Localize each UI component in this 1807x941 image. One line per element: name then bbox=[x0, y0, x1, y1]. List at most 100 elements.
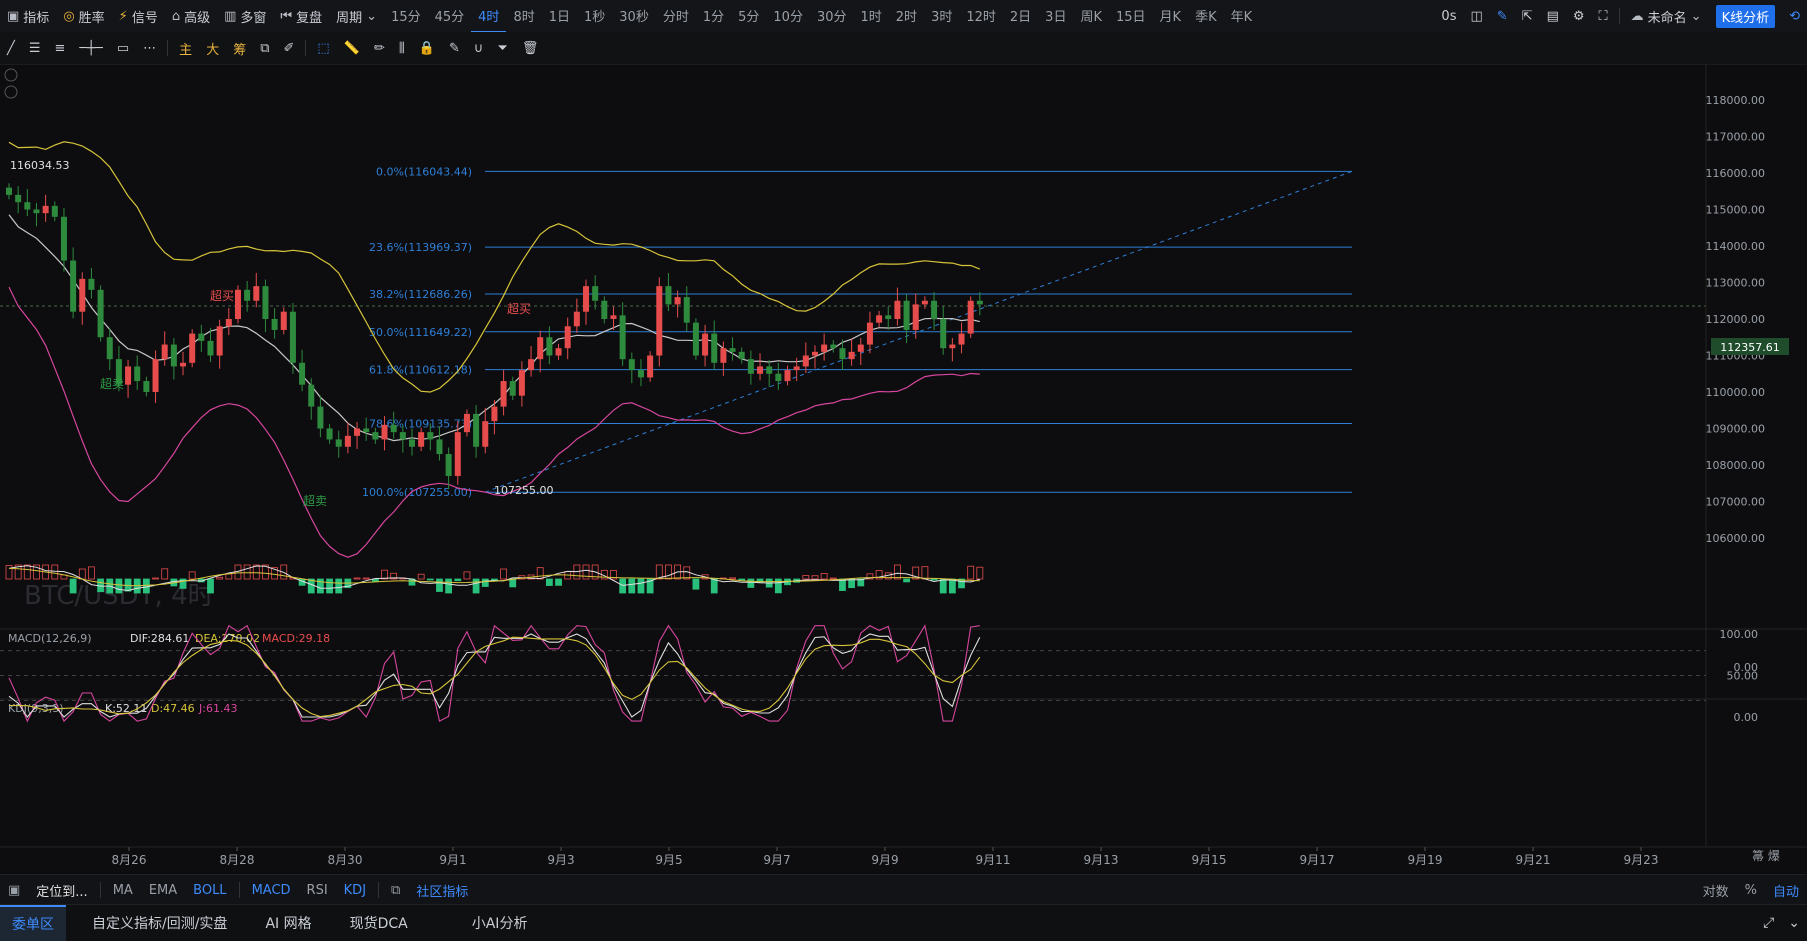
share-icon[interactable]: ⟲ bbox=[1782, 0, 1807, 32]
locate-label[interactable]: 定位到... bbox=[28, 881, 95, 900]
kline-analysis-button[interactable]: K线分析 bbox=[1709, 0, 1783, 32]
advanced-button[interactable]: ⌂ 高级 bbox=[165, 0, 217, 32]
candle-body bbox=[399, 432, 406, 440]
trendline-icon[interactable]: ╱ bbox=[0, 32, 22, 64]
timeframe-11[interactable]: 30分 bbox=[810, 0, 854, 31]
community-icon[interactable]: ⧉ bbox=[383, 883, 408, 898]
timeframe-3[interactable]: 8时 bbox=[506, 0, 541, 31]
expand-icon[interactable]: 箒 爆 bbox=[1752, 848, 1780, 863]
date-axis[interactable]: 8月26 8月28 8月30 9月1 9月3 9月5 9月7 9月9 9月11 9月13 9月15 9… bbox=[112, 847, 1659, 867]
indicator-boll[interactable]: BOLL bbox=[185, 883, 234, 898]
pen-icon[interactable]: ✎ bbox=[1490, 0, 1515, 32]
collapse-icon[interactable] bbox=[4, 68, 18, 82]
lock-icon[interactable]: 🔒 bbox=[412, 32, 442, 64]
timeframe-14[interactable]: 3时 bbox=[924, 0, 959, 31]
hline-icon[interactable]: ─┼─ bbox=[72, 32, 109, 64]
timeframe-18[interactable]: 周K bbox=[1073, 0, 1109, 31]
macd-bar bbox=[619, 578, 627, 594]
brush-icon[interactable]: ✐ bbox=[277, 32, 302, 64]
candle-body bbox=[555, 348, 562, 356]
locate-icon[interactable]: ▣ bbox=[0, 883, 28, 898]
select-icon[interactable]: ⬚ bbox=[310, 32, 336, 64]
candle-body bbox=[592, 286, 599, 301]
timeframe-9[interactable]: 5分 bbox=[731, 0, 766, 31]
timeframe-20[interactable]: 月K bbox=[1153, 0, 1189, 31]
collapse-icon[interactable] bbox=[4, 85, 18, 99]
timeframe-13[interactable]: 2时 bbox=[889, 0, 924, 31]
timeframe-10[interactable]: 10分 bbox=[766, 0, 810, 31]
price-axis[interactable]: 118000.00 117000.00 116000.00 115000.00 1140… bbox=[1705, 64, 1766, 847]
percent-toggle[interactable]: % bbox=[1737, 883, 1765, 898]
filter-icon[interactable]: ⏷ bbox=[490, 32, 514, 64]
magnet-icon[interactable]: ∪ bbox=[467, 32, 491, 64]
date-tick: 8月30 bbox=[328, 853, 363, 867]
timeframe-5[interactable]: 1秒 bbox=[577, 0, 612, 31]
timeframe-22[interactable]: 年K bbox=[1224, 0, 1260, 31]
timeframe-2[interactable]: 4时 bbox=[471, 0, 507, 33]
candle-body bbox=[125, 366, 132, 385]
channel-icon[interactable]: ≡ bbox=[47, 32, 72, 64]
timeframe-1[interactable]: 45分 bbox=[428, 0, 472, 31]
tab-ai-analysis[interactable]: 小AI分析 bbox=[460, 906, 540, 940]
indicator-ema[interactable]: EMA bbox=[141, 883, 185, 898]
timeframe-17[interactable]: 3日 bbox=[1038, 0, 1073, 31]
expand-panel-icon[interactable]: ⤢ bbox=[1756, 907, 1781, 939]
workspace-dropdown[interactable]: ☁ 未命名 ⌄ bbox=[1624, 0, 1709, 32]
winrate-button[interactable]: ◎ 胜率 bbox=[56, 0, 111, 32]
tab-custom-indicators[interactable]: 自定义指标/回测/实盘 bbox=[80, 906, 239, 940]
period-dropdown[interactable]: 周期 ⌄ bbox=[329, 0, 384, 32]
pencil-icon[interactable]: ✏ bbox=[367, 32, 392, 64]
popout-icon[interactable]: ⇱ bbox=[1515, 0, 1540, 32]
log-scale-toggle[interactable]: 对数 bbox=[1695, 881, 1737, 900]
rectangle-icon[interactable]: ▭ bbox=[110, 32, 136, 64]
camera-icon[interactable]: ◫ bbox=[1463, 0, 1489, 32]
macd-bar bbox=[665, 564, 672, 580]
gear-icon[interactable]: ⚙ bbox=[1566, 0, 1592, 32]
indicator-rsi[interactable]: RSI bbox=[299, 883, 336, 898]
fullscreen-icon[interactable]: ⛶ bbox=[1592, 0, 1615, 32]
tab-ai-grid[interactable]: AI 网格 bbox=[253, 906, 323, 940]
ruler-icon[interactable]: 📏 bbox=[337, 32, 367, 64]
timeframe-8[interactable]: 1分 bbox=[696, 0, 731, 31]
divider bbox=[238, 882, 240, 898]
timeframe-16[interactable]: 2日 bbox=[1003, 0, 1038, 31]
edit-icon[interactable]: ✎ bbox=[442, 32, 467, 64]
more-icon[interactable]: ⋯ bbox=[136, 32, 163, 64]
candle-icon[interactable]: ⫼ bbox=[392, 32, 412, 64]
big-toggle[interactable]: 大 bbox=[199, 32, 226, 64]
date-tick: 9月21 bbox=[1516, 853, 1551, 867]
drawing-toolbar: ╱ ☰ ≡ ─┼─ ▭ ⋯ 主 大 筹 ⧉ ✐ ⬚ 📏 ✏ ⫼ 🔒 ✎ ∪ ⏷ … bbox=[0, 32, 1807, 65]
main-toggle[interactable]: 主 bbox=[172, 32, 199, 64]
layout-icon[interactable]: ▤ bbox=[1540, 0, 1566, 32]
compare-icon[interactable]: ⧉ bbox=[253, 32, 276, 64]
timeframe-15[interactable]: 12时 bbox=[959, 0, 1003, 31]
collapse-panel-icon[interactable]: ⌄ bbox=[1781, 907, 1807, 939]
fibonacci-retracement[interactable]: 0.0%(116043.44) 23.6%(113969.37) 38.2%(112… bbox=[362, 165, 1353, 499]
collapse-controls[interactable] bbox=[4, 68, 18, 99]
indicator-macd[interactable]: MACD bbox=[244, 883, 299, 898]
timeframe-7[interactable]: 分时 bbox=[656, 0, 696, 31]
chart-area[interactable]: BTC/USDT, 4时 0.0%(116043.44) 23.6%(113969… bbox=[0, 64, 1807, 874]
price-chart[interactable]: BTC/USDT, 4时 0.0%(116043.44)23.6%(113969… bbox=[0, 64, 1807, 874]
timeframe-4[interactable]: 1日 bbox=[542, 0, 577, 31]
horizontal-lines-icon[interactable]: ☰ bbox=[22, 32, 48, 64]
community-indicators[interactable]: 社区指标 bbox=[408, 881, 476, 900]
tab-spot-dca[interactable]: 现货DCA bbox=[338, 906, 420, 940]
indicators-button[interactable]: ▣ 指标 bbox=[0, 0, 56, 32]
timeframe-0[interactable]: 15分 bbox=[384, 0, 428, 31]
macd-title[interactable]: MACD(12,26,9) bbox=[8, 632, 92, 645]
indicator-ma[interactable]: MA bbox=[105, 883, 141, 898]
chips-toggle[interactable]: 筹 bbox=[226, 32, 253, 64]
multi-window-button[interactable]: ▥ 多窗 bbox=[217, 0, 273, 32]
timeframe-6[interactable]: 30秒 bbox=[612, 0, 656, 31]
auto-scale-toggle[interactable]: 自动 bbox=[1765, 881, 1807, 900]
replay-button[interactable]: ⏮ 复盘 bbox=[273, 0, 329, 32]
signal-button[interactable]: ⚡ 信号 bbox=[112, 0, 165, 32]
candle-body bbox=[454, 432, 461, 476]
tab-orders[interactable]: 委单区 bbox=[0, 905, 66, 941]
timeframe-19[interactable]: 15日 bbox=[1109, 0, 1153, 31]
indicator-kdj[interactable]: KDJ bbox=[336, 883, 374, 898]
timeframe-21[interactable]: 季K bbox=[1188, 0, 1224, 31]
timeframe-12[interactable]: 1时 bbox=[854, 0, 889, 31]
trash-icon[interactable]: 🗑 bbox=[515, 32, 546, 64]
